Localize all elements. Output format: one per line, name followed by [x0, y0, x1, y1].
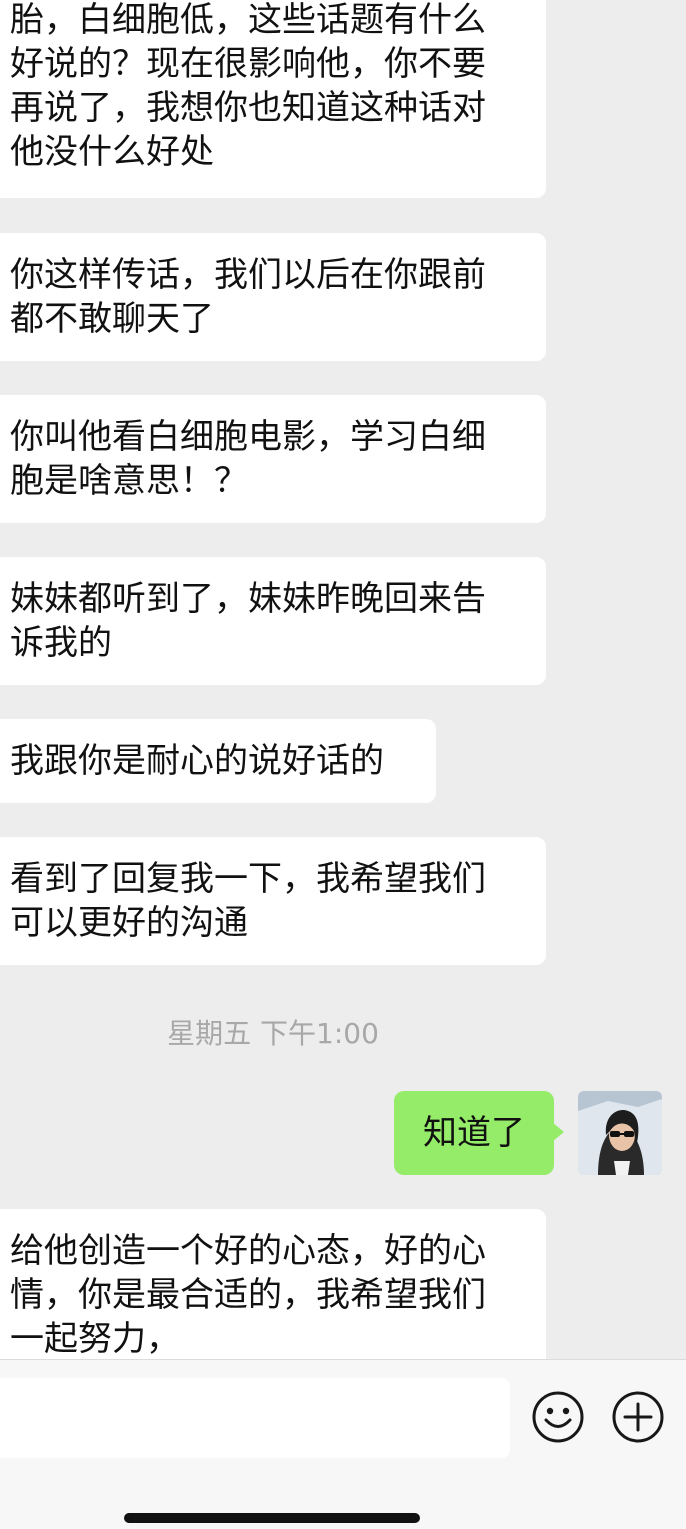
message-line: 可以更好的沟通 — [10, 903, 248, 943]
message-line: 看到了回复我一下，我希望我们 — [10, 859, 486, 899]
message-line: 你这样传话，我们以后在你跟前 — [10, 255, 486, 295]
sent-bubble-tail — [552, 1122, 564, 1142]
sent-message-bubble[interactable]: 知道了 — [394, 1091, 554, 1175]
message-line: 你叫他看白细胞电影，学习白细 — [10, 417, 486, 457]
message-line: 胎，白细胞低，这些话题有什么 — [10, 0, 486, 40]
avatar[interactable] — [578, 1091, 662, 1175]
message-line: 给他创造一个好的心态，好的心 — [10, 1231, 486, 1271]
message-line: 好说的？现在很影响他，你不要 — [10, 44, 486, 84]
received-message-bubble[interactable]: 给他创造一个好的心态，好的心 情，你是最合适的，我希望我们 一起努力， — [0, 1209, 546, 1359]
message-line: 我跟你是耐心的说好话的 — [10, 741, 384, 781]
message-timestamp: 星期五 下午1:00 — [167, 1017, 379, 1050]
chat-input-bar — [0, 1359, 686, 1529]
more-button[interactable] — [611, 1390, 665, 1444]
chat-area[interactable]: 胎，白细胞低，这些话题有什么 好说的？现在很影响他，你不要 再说了，我想你也知道… — [0, 0, 686, 1359]
received-message-bubble[interactable]: 你叫他看白细胞电影，学习白细 胞是啥意思！？ — [0, 395, 546, 523]
message-line: 再说了，我想你也知道这种话对 — [10, 88, 486, 128]
home-indicator[interactable] — [124, 1513, 420, 1523]
smiley-face-icon — [532, 1391, 584, 1443]
message-line: 一起努力， — [10, 1319, 180, 1359]
message-line: 诉我的 — [10, 623, 112, 663]
received-message-bubble[interactable]: 你这样传话，我们以后在你跟前 都不敢聊天了 — [0, 233, 546, 361]
message-line: 胞是啥意思！？ — [10, 461, 248, 501]
received-message-bubble[interactable]: 我跟你是耐心的说好话的 — [0, 719, 436, 803]
plus-circle-icon — [612, 1391, 664, 1443]
message-input[interactable] — [0, 1378, 510, 1458]
received-message-bubble[interactable]: 胎，白细胞低，这些话题有什么 好说的？现在很影响他，你不要 再说了，我想你也知道… — [0, 0, 546, 198]
received-message-bubble[interactable]: 看到了回复我一下，我希望我们 可以更好的沟通 — [0, 837, 546, 965]
emoji-button[interactable] — [531, 1390, 585, 1444]
received-message-bubble[interactable]: 妹妹都听到了，妹妹昨晚回来告 诉我的 — [0, 557, 546, 685]
message-line: 他没什么好处 — [10, 132, 214, 172]
message-line: 情，你是最合适的，我希望我们 — [10, 1275, 486, 1315]
message-line: 妹妹都听到了，妹妹昨晚回来告 — [10, 579, 486, 619]
message-line: 都不敢聊天了 — [10, 299, 214, 339]
avatar-photo — [578, 1091, 662, 1175]
